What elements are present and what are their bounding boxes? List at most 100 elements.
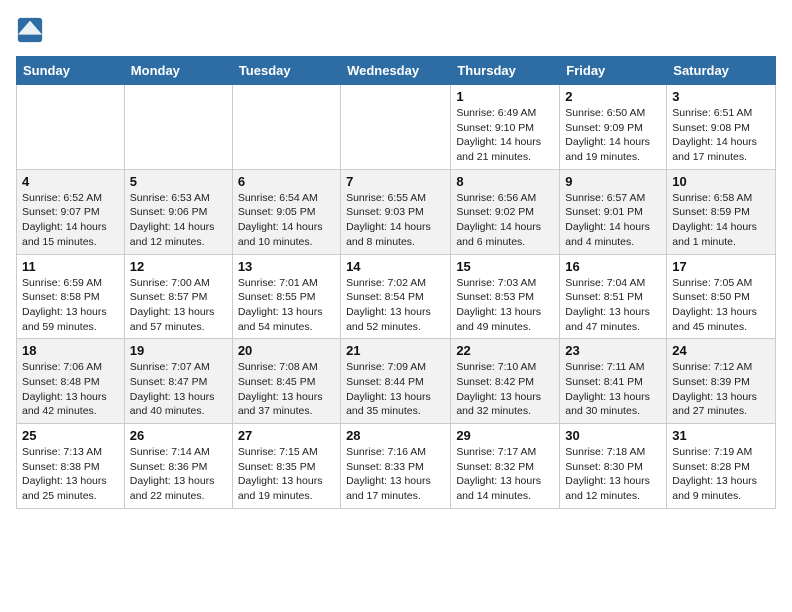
col-header-monday: Monday bbox=[124, 57, 232, 85]
calendar-cell: 8 Sunrise: 6:56 AM Sunset: 9:02 PM Daylig… bbox=[451, 169, 560, 254]
day-info: Sunrise: 6:49 AM Sunset: 9:10 PM Dayligh… bbox=[456, 106, 554, 165]
calendar-table: SundayMondayTuesdayWednesdayThursdayFrid… bbox=[16, 56, 776, 509]
day-info: Sunrise: 7:00 AM Sunset: 8:57 PM Dayligh… bbox=[130, 276, 227, 335]
calendar-cell: 17Sunrise: 7:05 AM Sunset: 8:50 PM Dayli… bbox=[667, 254, 776, 339]
day-info: Sunrise: 7:09 AM Sunset: 8:44 PM Dayligh… bbox=[346, 360, 445, 419]
calendar-cell: 1 Sunrise: 6:49 AM Sunset: 9:10 PM Daylig… bbox=[451, 85, 560, 170]
day-number: 31 bbox=[672, 428, 770, 443]
day-info: Sunrise: 7:13 AM Sunset: 8:38 PM Dayligh… bbox=[22, 445, 119, 504]
calendar-cell bbox=[341, 85, 451, 170]
calendar-week-5: 25 Sunrise: 7:13 AM Sunset: 8:38 PM Dayli… bbox=[17, 424, 776, 509]
day-number: 3 bbox=[672, 89, 770, 104]
day-number: 14 bbox=[346, 259, 445, 274]
day-number: 27 bbox=[238, 428, 335, 443]
calendar-cell: 30 Sunrise: 7:18 AM Sunset: 8:30 PM Dayli… bbox=[560, 424, 667, 509]
day-info: Sunrise: 7:03 AM Sunset: 8:53 PM Dayligh… bbox=[456, 276, 554, 335]
day-number: 20 bbox=[238, 343, 335, 358]
day-info: Sunrise: 7:01 AM Sunset: 8:55 PM Dayligh… bbox=[238, 276, 335, 335]
calendar-cell: 22Sunrise: 7:10 AM Sunset: 8:42 PM Dayli… bbox=[451, 339, 560, 424]
calendar-cell: 3 Sunrise: 6:51 AM Sunset: 9:08 PM Daylig… bbox=[667, 85, 776, 170]
day-info: Sunrise: 7:14 AM Sunset: 8:36 PM Dayligh… bbox=[130, 445, 227, 504]
calendar-cell: 4 Sunrise: 6:52 AM Sunset: 9:07 PM Daylig… bbox=[17, 169, 125, 254]
day-number: 13 bbox=[238, 259, 335, 274]
calendar-cell: 16 Sunrise: 7:04 AM Sunset: 8:51 PM Dayli… bbox=[560, 254, 667, 339]
calendar-cell: 7 Sunrise: 6:55 AM Sunset: 9:03 PM Daylig… bbox=[341, 169, 451, 254]
day-number: 15 bbox=[456, 259, 554, 274]
calendar-week-3: 11Sunrise: 6:59 AM Sunset: 8:58 PM Dayli… bbox=[17, 254, 776, 339]
calendar-cell: 26 Sunrise: 7:14 AM Sunset: 8:36 PM Dayli… bbox=[124, 424, 232, 509]
day-number: 30 bbox=[565, 428, 661, 443]
day-number: 25 bbox=[22, 428, 119, 443]
day-number: 4 bbox=[22, 174, 119, 189]
day-number: 7 bbox=[346, 174, 445, 189]
calendar-week-2: 4 Sunrise: 6:52 AM Sunset: 9:07 PM Daylig… bbox=[17, 169, 776, 254]
day-number: 22 bbox=[456, 343, 554, 358]
day-number: 16 bbox=[565, 259, 661, 274]
day-info: Sunrise: 6:53 AM Sunset: 9:06 PM Dayligh… bbox=[130, 191, 227, 250]
day-number: 28 bbox=[346, 428, 445, 443]
calendar-cell: 14Sunrise: 7:02 AM Sunset: 8:54 PM Dayli… bbox=[341, 254, 451, 339]
day-number: 23 bbox=[565, 343, 661, 358]
day-info: Sunrise: 6:54 AM Sunset: 9:05 PM Dayligh… bbox=[238, 191, 335, 250]
calendar-week-4: 18 Sunrise: 7:06 AM Sunset: 8:48 PM Dayli… bbox=[17, 339, 776, 424]
logo bbox=[16, 16, 48, 44]
day-info: Sunrise: 6:55 AM Sunset: 9:03 PM Dayligh… bbox=[346, 191, 445, 250]
day-info: Sunrise: 7:05 AM Sunset: 8:50 PM Dayligh… bbox=[672, 276, 770, 335]
col-header-sunday: Sunday bbox=[17, 57, 125, 85]
day-number: 24 bbox=[672, 343, 770, 358]
calendar-cell: 12Sunrise: 7:00 AM Sunset: 8:57 PM Dayli… bbox=[124, 254, 232, 339]
day-info: Sunrise: 7:07 AM Sunset: 8:47 PM Dayligh… bbox=[130, 360, 227, 419]
calendar-cell: 10 Sunrise: 6:58 AM Sunset: 8:59 PM Dayli… bbox=[667, 169, 776, 254]
calendar-cell: 28 Sunrise: 7:16 AM Sunset: 8:33 PM Dayli… bbox=[341, 424, 451, 509]
day-number: 2 bbox=[565, 89, 661, 104]
day-number: 5 bbox=[130, 174, 227, 189]
day-info: Sunrise: 7:15 AM Sunset: 8:35 PM Dayligh… bbox=[238, 445, 335, 504]
calendar-week-1: 1 Sunrise: 6:49 AM Sunset: 9:10 PM Daylig… bbox=[17, 85, 776, 170]
day-number: 8 bbox=[456, 174, 554, 189]
calendar-cell bbox=[17, 85, 125, 170]
calendar-cell: 23Sunrise: 7:11 AM Sunset: 8:41 PM Dayli… bbox=[560, 339, 667, 424]
day-info: Sunrise: 7:06 AM Sunset: 8:48 PM Dayligh… bbox=[22, 360, 119, 419]
day-number: 9 bbox=[565, 174, 661, 189]
day-info: Sunrise: 6:52 AM Sunset: 9:07 PM Dayligh… bbox=[22, 191, 119, 250]
calendar-cell bbox=[124, 85, 232, 170]
calendar-cell: 25 Sunrise: 7:13 AM Sunset: 8:38 PM Dayli… bbox=[17, 424, 125, 509]
col-header-wednesday: Wednesday bbox=[341, 57, 451, 85]
calendar-cell: 19 Sunrise: 7:07 AM Sunset: 8:47 PM Dayli… bbox=[124, 339, 232, 424]
day-number: 19 bbox=[130, 343, 227, 358]
logo-icon bbox=[16, 16, 44, 44]
page-header bbox=[16, 16, 776, 44]
day-number: 26 bbox=[130, 428, 227, 443]
day-info: Sunrise: 7:08 AM Sunset: 8:45 PM Dayligh… bbox=[238, 360, 335, 419]
calendar-cell: 15 Sunrise: 7:03 AM Sunset: 8:53 PM Dayli… bbox=[451, 254, 560, 339]
day-info: Sunrise: 7:12 AM Sunset: 8:39 PM Dayligh… bbox=[672, 360, 770, 419]
day-info: Sunrise: 7:17 AM Sunset: 8:32 PM Dayligh… bbox=[456, 445, 554, 504]
day-number: 10 bbox=[672, 174, 770, 189]
day-info: Sunrise: 7:18 AM Sunset: 8:30 PM Dayligh… bbox=[565, 445, 661, 504]
col-header-saturday: Saturday bbox=[667, 57, 776, 85]
day-number: 18 bbox=[22, 343, 119, 358]
calendar-cell: 6 Sunrise: 6:54 AM Sunset: 9:05 PM Daylig… bbox=[232, 169, 340, 254]
col-header-tuesday: Tuesday bbox=[232, 57, 340, 85]
calendar-cell: 18 Sunrise: 7:06 AM Sunset: 8:48 PM Dayli… bbox=[17, 339, 125, 424]
day-info: Sunrise: 6:51 AM Sunset: 9:08 PM Dayligh… bbox=[672, 106, 770, 165]
day-info: Sunrise: 7:04 AM Sunset: 8:51 PM Dayligh… bbox=[565, 276, 661, 335]
day-info: Sunrise: 6:50 AM Sunset: 9:09 PM Dayligh… bbox=[565, 106, 661, 165]
calendar-cell bbox=[232, 85, 340, 170]
calendar-cell: 11Sunrise: 6:59 AM Sunset: 8:58 PM Dayli… bbox=[17, 254, 125, 339]
calendar-cell: 2 Sunrise: 6:50 AM Sunset: 9:09 PM Daylig… bbox=[560, 85, 667, 170]
day-info: Sunrise: 6:56 AM Sunset: 9:02 PM Dayligh… bbox=[456, 191, 554, 250]
day-number: 6 bbox=[238, 174, 335, 189]
calendar-cell: 24 Sunrise: 7:12 AM Sunset: 8:39 PM Dayli… bbox=[667, 339, 776, 424]
calendar-cell: 21 Sunrise: 7:09 AM Sunset: 8:44 PM Dayli… bbox=[341, 339, 451, 424]
day-info: Sunrise: 6:57 AM Sunset: 9:01 PM Dayligh… bbox=[565, 191, 661, 250]
day-number: 21 bbox=[346, 343, 445, 358]
calendar-cell: 29 Sunrise: 7:17 AM Sunset: 8:32 PM Dayli… bbox=[451, 424, 560, 509]
calendar-cell: 20 Sunrise: 7:08 AM Sunset: 8:45 PM Dayli… bbox=[232, 339, 340, 424]
day-number: 1 bbox=[456, 89, 554, 104]
day-number: 29 bbox=[456, 428, 554, 443]
day-info: Sunrise: 6:58 AM Sunset: 8:59 PM Dayligh… bbox=[672, 191, 770, 250]
day-number: 11 bbox=[22, 259, 119, 274]
day-info: Sunrise: 7:16 AM Sunset: 8:33 PM Dayligh… bbox=[346, 445, 445, 504]
calendar-cell: 13 Sunrise: 7:01 AM Sunset: 8:55 PM Dayli… bbox=[232, 254, 340, 339]
